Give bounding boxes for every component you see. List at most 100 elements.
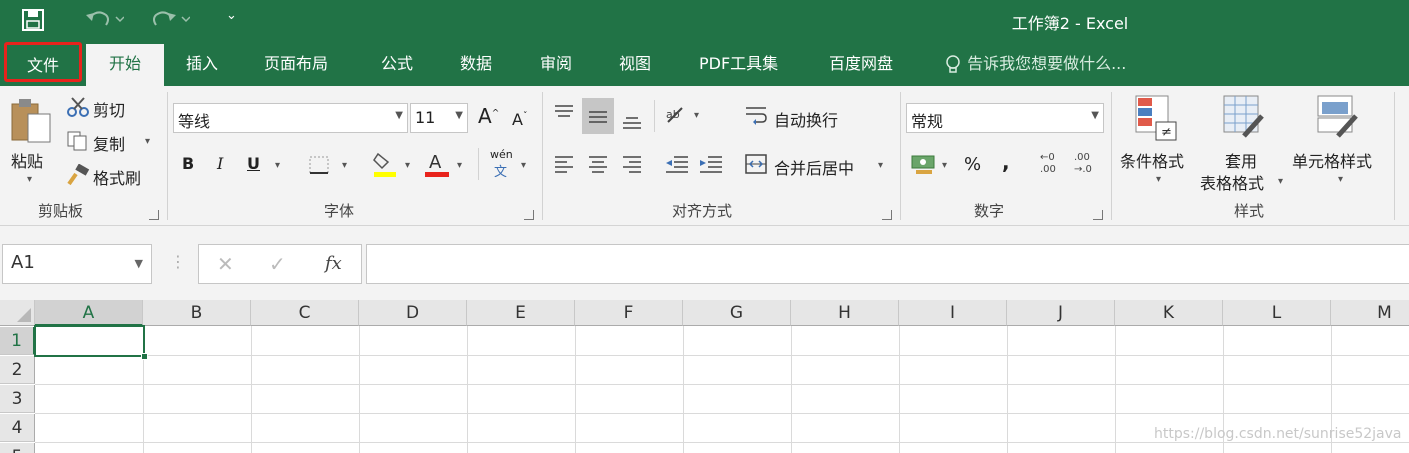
shrink-font-button[interactable]: Aˇ (512, 110, 527, 129)
increase-indent-icon[interactable] (698, 152, 724, 174)
tab-data[interactable]: 数据 (460, 50, 492, 76)
enter-icon[interactable]: ✓ (269, 252, 286, 276)
column-header-c[interactable]: C (251, 300, 359, 326)
customize-qat-button[interactable]: ⌄ (226, 8, 240, 30)
active-cell-a1[interactable] (34, 325, 145, 357)
table-format-label-1[interactable]: 套用 (1225, 148, 1257, 172)
increase-decimal-button[interactable]: ←0 .00 (1040, 152, 1066, 180)
worksheet-grid[interactable]: A B C D E F G H I J K L M 1 2 3 4 5 http… (0, 300, 1409, 453)
column-header-k[interactable]: K (1115, 300, 1223, 326)
fill-handle[interactable] (141, 353, 148, 360)
cell-styles-dropdown-icon[interactable]: ▾ (1338, 174, 1343, 185)
tab-pdf-tools[interactable]: PDF工具集 (699, 50, 778, 76)
column-header-e[interactable]: E (467, 300, 575, 326)
wrap-text-button[interactable]: 自动换行 (774, 107, 838, 131)
align-right-icon[interactable] (620, 152, 644, 174)
merge-dropdown-icon[interactable]: ▾ (878, 160, 883, 171)
paste-dropdown-icon[interactable]: ▾ (27, 174, 32, 185)
decrease-indent-icon[interactable] (664, 152, 690, 174)
column-header-f[interactable]: F (575, 300, 683, 326)
font-color-dropdown-icon[interactable]: ▾ (457, 160, 462, 171)
row-header-3[interactable]: 3 (0, 385, 35, 413)
column-header-h[interactable]: H (791, 300, 899, 326)
format-painter-icon (67, 164, 90, 186)
underline-dropdown-icon[interactable]: ▾ (275, 160, 280, 171)
cell-styles-button[interactable]: 单元格样式 (1292, 148, 1372, 172)
currency-dropdown-icon[interactable]: ▾ (942, 160, 947, 171)
font-launcher-icon[interactable] (524, 210, 534, 220)
bold-button[interactable]: B (182, 154, 194, 173)
align-bottom-icon[interactable] (620, 110, 644, 132)
fill-color-dropdown-icon[interactable]: ▾ (405, 160, 410, 171)
undo-icon[interactable] (84, 7, 124, 31)
row-header-2[interactable]: 2 (0, 356, 35, 384)
tab-baidu-netdisk[interactable]: 百度网盘 (829, 50, 893, 76)
number-format-select[interactable]: 常规 ▼ (906, 103, 1104, 133)
tab-home[interactable]: 开始 (86, 44, 164, 86)
conditional-format-dropdown-icon[interactable]: ▾ (1156, 174, 1161, 185)
merge-center-button[interactable]: 合并后居中 (774, 155, 854, 179)
copy-button[interactable]: 复制 (93, 131, 125, 155)
formula-bar-grip[interactable]: ⋮ (170, 252, 186, 271)
redo-icon[interactable] (150, 7, 190, 31)
row-header-4[interactable]: 4 (0, 414, 35, 442)
format-painter-button[interactable]: 格式刷 (93, 165, 141, 189)
tab-formulas[interactable]: 公式 (381, 50, 413, 76)
column-header-m[interactable]: M (1331, 300, 1409, 326)
column-header-g[interactable]: G (683, 300, 791, 326)
paste-label[interactable]: 粘贴 (11, 148, 43, 172)
font-name-select[interactable]: 等线 ▼ (173, 103, 408, 133)
table-format-dropdown-icon[interactable]: ▾ (1278, 176, 1283, 187)
alignment-launcher-icon[interactable] (882, 210, 892, 220)
currency-icon[interactable] (910, 152, 938, 176)
borders-icon[interactable] (307, 154, 331, 176)
decrease-decimal-button[interactable]: .00 →.0 (1074, 152, 1100, 180)
insert-function-button[interactable]: fx (325, 253, 342, 274)
column-header-d[interactable]: D (359, 300, 467, 326)
grow-font-button[interactable]: A^ (478, 104, 499, 128)
tab-page-layout[interactable]: 页面布局 (264, 50, 328, 76)
orientation-icon[interactable]: ab (664, 104, 690, 126)
align-top-icon[interactable] (552, 102, 576, 124)
italic-button[interactable]: I (217, 154, 223, 173)
paste-icon[interactable] (10, 96, 54, 144)
name-box-value: A1 (11, 252, 35, 273)
row-header-5[interactable]: 5 (0, 443, 35, 453)
number-launcher-icon[interactable] (1093, 210, 1103, 220)
align-center-icon[interactable] (586, 152, 610, 174)
clipboard-launcher-icon[interactable] (149, 210, 159, 220)
name-box[interactable]: A1 ▼ (2, 244, 152, 284)
percent-button[interactable]: % (964, 154, 981, 175)
cancel-icon[interactable]: ✕ (217, 252, 234, 276)
column-header-a[interactable]: A (35, 300, 143, 326)
cut-button[interactable]: 剪切 (93, 97, 125, 121)
table-format-label-2[interactable]: 表格格式 (1200, 170, 1264, 194)
tab-view[interactable]: 视图 (619, 50, 651, 76)
column-header-b[interactable]: B (143, 300, 251, 326)
phonetic-button[interactable]: wén (490, 148, 513, 161)
tab-file[interactable]: 文件 (4, 42, 82, 82)
column-header-i[interactable]: I (899, 300, 1007, 326)
orientation-dropdown-icon[interactable]: ▾ (694, 110, 699, 121)
number-format-value: 常规 (911, 112, 944, 131)
font-size-select[interactable]: 11 ▼ (410, 103, 468, 133)
tab-review[interactable]: 审阅 (540, 50, 572, 76)
select-all-button[interactable] (0, 300, 35, 326)
column-header-j[interactable]: J (1007, 300, 1115, 326)
align-middle-icon[interactable] (586, 106, 610, 128)
copy-dropdown-icon[interactable]: ▾ (145, 136, 150, 147)
tab-insert[interactable]: 插入 (186, 50, 218, 76)
row-header-1[interactable]: 1 (0, 327, 35, 355)
phonetic-dropdown-icon[interactable]: ▾ (521, 160, 526, 171)
tell-me-search[interactable]: 告诉我您想要做什么... (944, 50, 1126, 76)
font-color-icon[interactable]: A (424, 150, 450, 178)
align-left-icon[interactable] (552, 152, 576, 174)
fill-color-icon[interactable] (372, 150, 398, 178)
column-header-l[interactable]: L (1223, 300, 1331, 326)
underline-button[interactable]: U (247, 154, 260, 173)
save-icon[interactable] (20, 8, 46, 32)
formula-input[interactable] (366, 244, 1409, 284)
comma-button[interactable]: , (1002, 150, 1010, 174)
conditional-format-button[interactable]: 条件格式 (1120, 148, 1184, 172)
borders-dropdown-icon[interactable]: ▾ (342, 160, 347, 171)
